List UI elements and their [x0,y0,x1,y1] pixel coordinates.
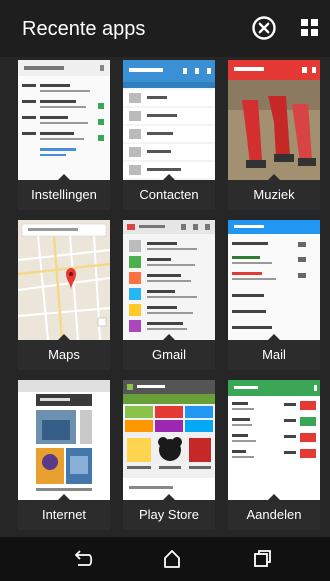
close-all-icon[interactable] [251,15,277,41]
app-label: Mail [228,340,320,370]
home-icon[interactable] [159,546,185,572]
app-label: Muziek [228,180,320,210]
app-card-play-store[interactable]: Play Store [123,380,215,530]
gmail-thumbnail [123,220,215,340]
app-card-gmail[interactable]: Gmail [123,220,215,370]
recent-apps-grid: Instellingen Contacten Muziek Maps Gmail… [0,57,330,537]
music-thumbnail [228,60,320,180]
internet-thumbnail [18,380,110,500]
recent-apps-icon[interactable] [249,546,275,572]
app-label: Maps [18,340,110,370]
app-card-contacten[interactable]: Contacten [123,60,215,210]
page-title: Recente apps [22,18,146,40]
app-card-mail[interactable]: Mail [228,220,320,370]
navigation-bar [0,537,330,581]
app-label: Instellingen [18,180,110,210]
stocks-thumbnail [228,380,320,500]
app-label: Play Store [123,500,215,530]
contacts-thumbnail [123,60,215,180]
settings-thumbnail [18,60,110,180]
app-label: Internet [18,500,110,530]
play-store-thumbnail [123,380,215,500]
app-card-muziek[interactable]: Muziek [228,60,320,210]
app-card-internet[interactable]: Internet [18,380,110,530]
maps-thumbnail [18,220,110,340]
app-card-instellingen[interactable]: Instellingen [18,60,110,210]
app-label: Gmail [123,340,215,370]
app-label: Contacten [123,180,215,210]
grid-layout-icon[interactable] [299,15,325,41]
recent-apps-screen: Recente apps Instellingen Contacten Muzi… [0,0,330,581]
app-label: Aandelen [228,500,320,530]
app-card-aandelen[interactable]: Aandelen [228,380,320,530]
app-card-maps[interactable]: Maps [18,220,110,370]
mail-thumbnail [228,220,320,340]
back-icon[interactable] [70,546,96,572]
header: Recente apps [0,0,330,57]
